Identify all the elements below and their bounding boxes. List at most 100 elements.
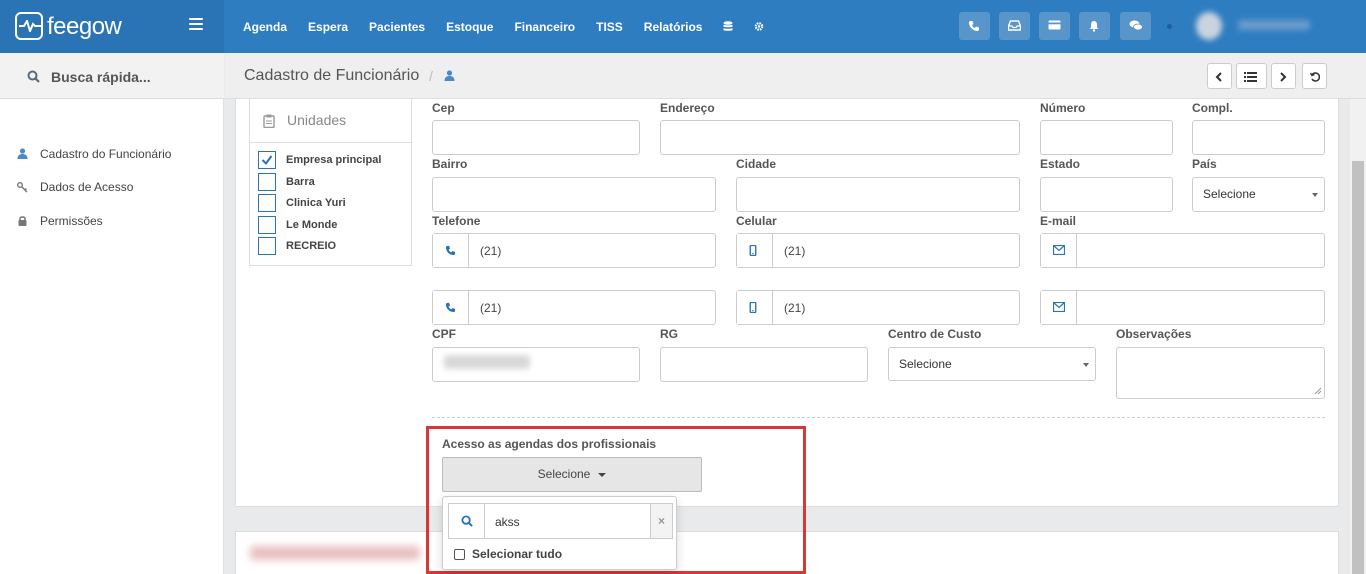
unit-label: Barra [286,176,315,188]
clear-search-button[interactable]: × [650,504,672,538]
nav-espera[interactable]: Espera [308,20,348,34]
endereco-input[interactable] [660,120,1020,155]
phone-button[interactable] [959,12,990,40]
email2-input[interactable] [1040,290,1325,325]
sidebar-item-label: Cadastro do Funcionário [40,146,172,161]
unit-checkbox[interactable] [258,173,276,191]
gear-icon[interactable] [754,21,764,32]
celular2-value: (21) [784,301,806,315]
feegow-logo-icon[interactable] [15,12,43,40]
cidade-label: Cidade [736,157,777,171]
select-label: Selecione [537,467,591,481]
unit-row[interactable]: Le Monde [258,216,337,234]
sidebar-item-dados-acesso[interactable]: Dados de Acesso [17,171,171,205]
compl-label: Compl. [1192,101,1233,115]
sidebar-menu: Cadastro do Funcionário Dados de Acesso … [17,137,171,238]
nav-agenda[interactable]: Agenda [243,20,287,34]
sidebar-item-permissoes[interactable]: Permissões [17,204,171,238]
history-icon [1310,72,1320,82]
top-navbar: feegow Agenda Espera Pacientes Estoque F… [0,0,1366,53]
units-header: Unidades [250,99,411,143]
dropdown-search-value[interactable]: akss [495,515,520,529]
unit-row[interactable]: RECREIO [258,237,336,255]
credit-card-icon [1048,20,1061,30]
unit-checkbox-checked[interactable] [258,151,276,169]
sidebar: Busca rápida... Cadastro do Funcionário … [0,53,224,574]
bairro-input[interactable] [432,177,716,212]
select-all-option[interactable]: Selecionar tudo [454,547,562,561]
centro-custo-select[interactable]: Selecione [888,347,1096,381]
unit-row[interactable]: Empresa principal [258,151,381,169]
card-button[interactable] [1039,12,1070,40]
units-title: Unidades [287,112,347,128]
previous-button[interactable] [1207,63,1232,89]
access-label: Acesso as agendas dos profissionais [442,437,657,451]
cidade-input[interactable] [736,177,1020,212]
mobile-addon [737,291,773,324]
user-name-blurred[interactable] [1238,20,1310,30]
history-button[interactable] [1302,63,1327,89]
telefone2-value: (21) [480,301,502,315]
celular-input[interactable]: (21) [736,233,1020,268]
telefone-value: (21) [480,244,502,258]
brand-name[interactable]: feegow [47,13,122,41]
sidebar-item-cadastro[interactable]: Cadastro do Funcionário [17,137,171,171]
cep-input[interactable] [432,120,640,155]
select-all-checkbox[interactable] [454,548,465,560]
unit-checkbox[interactable] [258,237,276,255]
pais-select[interactable]: Selecione [1192,177,1325,212]
unit-row[interactable]: Barra [258,173,315,191]
inbox-icon [1008,20,1021,31]
quick-search[interactable]: Busca rápida... [0,53,224,99]
celular2-input[interactable]: (21) [736,290,1020,325]
notifications-button[interactable] [1079,12,1110,40]
compl-input[interactable] [1192,120,1325,155]
lock-icon [18,216,27,227]
email-input[interactable] [1040,233,1325,268]
dropdown-search[interactable]: akss × [448,503,673,539]
email-addon [1041,291,1077,324]
rg-input[interactable] [660,347,868,382]
scrollbar-thumb[interactable] [1352,161,1364,574]
resize-grip-icon[interactable] [1314,387,1322,395]
blurred-title [250,546,420,560]
mobile-addon [737,234,773,267]
nav-financeiro[interactable]: Financeiro [514,20,575,34]
observacoes-label: Observações [1116,327,1192,341]
professional-dropdown: akss × Selecionar tudo [442,496,677,570]
unit-checkbox[interactable] [258,194,276,212]
hamburger-menu-icon[interactable] [189,18,203,30]
phone-addon [433,234,469,267]
unit-row[interactable]: Clinica Yuri [258,194,346,212]
inbox-button[interactable] [999,12,1030,40]
numero-input[interactable] [1040,120,1173,155]
mobile-icon [749,245,757,256]
telefone-input[interactable]: (21) [432,233,716,268]
caret-down-icon [598,472,607,477]
search-icon [27,70,40,83]
scrollbar[interactable] [1350,99,1366,574]
breadcrumb-separator: / [429,68,433,84]
list-icon [1244,72,1257,82]
observacoes-textarea[interactable] [1116,347,1325,399]
nav-pacientes[interactable]: Pacientes [369,20,425,34]
nav-estoque[interactable]: Estoque [446,20,493,34]
professional-select-button[interactable]: Selecione [442,457,702,492]
avatar[interactable] [1196,12,1222,40]
nav-tiss[interactable]: TISS [596,20,623,34]
next-button[interactable] [1271,63,1296,89]
chat-button[interactable] [1120,12,1151,40]
list-button[interactable] [1236,63,1267,89]
chevron-right-icon [1280,72,1287,82]
user-icon [444,70,455,81]
unit-checkbox[interactable] [258,216,276,234]
user-icon [17,148,28,160]
unit-label: Le Monde [286,219,338,231]
estado-input[interactable] [1040,177,1173,212]
search-icon [461,515,473,527]
nav-relatorios[interactable]: Relatórios [644,20,703,34]
telefone2-input[interactable]: (21) [432,290,716,325]
envelope-icon [1053,302,1065,312]
chat-icon [1129,20,1143,31]
database-icon[interactable] [723,21,733,32]
